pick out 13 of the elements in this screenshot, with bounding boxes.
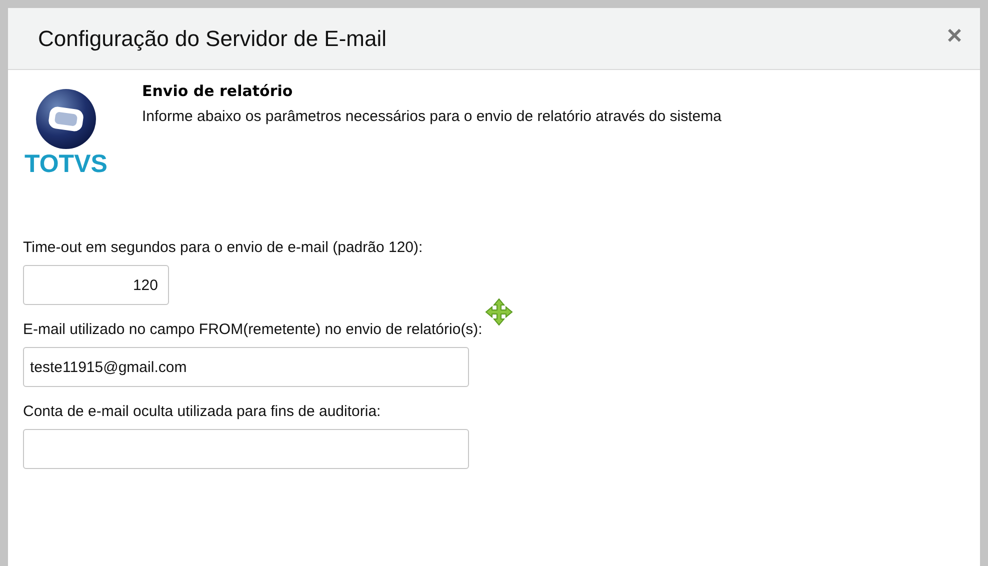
input-field[interactable]: teste11915@gmail.com (23, 347, 469, 387)
input-field[interactable] (23, 429, 469, 469)
field-label: Time-out em segundos para o envio de e-mail (padrão 120): (23, 239, 423, 256)
input-field[interactable]: 120 (23, 265, 169, 305)
field-label: Conta de e-mail oculta utilizada para fins de auditoria: (23, 403, 381, 420)
section-description: Informe abaixo os parâmetros necessários para o envio de relatório através do sistema (142, 108, 722, 125)
logo-text: TOTVS (24, 150, 108, 179)
window-title: Configuração do Servidor de E-mail (38, 26, 387, 52)
move-cursor-icon (485, 298, 513, 326)
close-button[interactable]: × (942, 22, 966, 48)
field-label: E-mail utilizado no campo FROM(remetente) no envio de relatório(s): (23, 321, 482, 338)
logo-icon (35, 88, 97, 150)
section-heading: Envio de relatório (142, 82, 293, 100)
